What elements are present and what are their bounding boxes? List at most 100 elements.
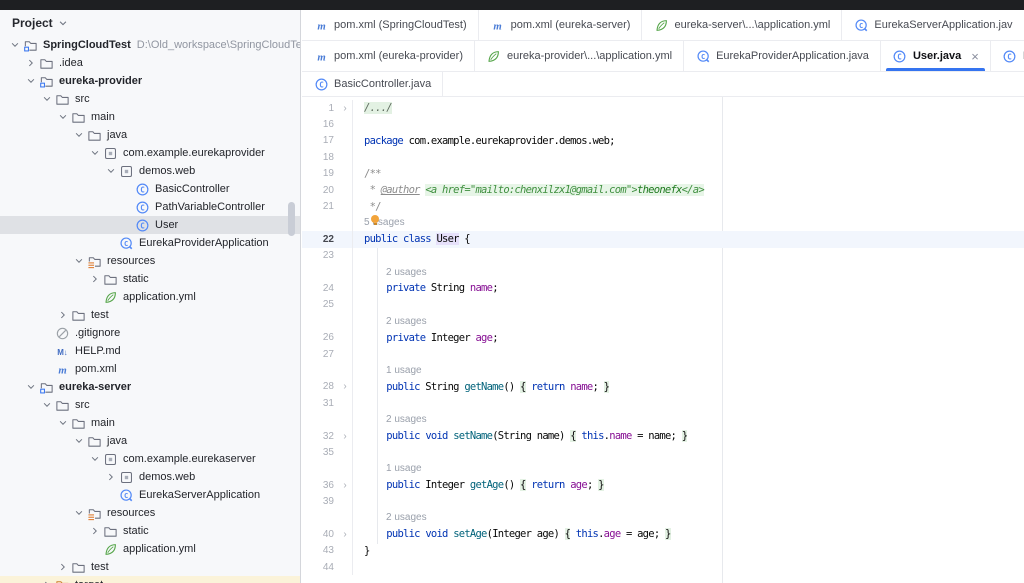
line-number[interactable]: 27 [302,349,338,360]
line-number[interactable]: 1 [302,103,338,114]
chevron-down-icon[interactable] [72,436,86,446]
code-line-22[interactable]: 22public class User { [302,231,1024,247]
code-line-40[interactable]: 40› public void setAge(Integer age) { th… [302,526,1024,542]
code-line-27[interactable]: 27 [302,346,1024,362]
usages-inlay-row[interactable]: 1 usage [302,461,1024,477]
chevron-right-icon[interactable] [56,562,70,572]
tab-basiccontroller.java[interactable]: CBasicController.java [302,72,443,96]
fold-arrow-icon[interactable]: › [338,431,352,442]
tree-item-application.yml[interactable]: application.yml [0,540,300,558]
chevron-down-icon[interactable] [88,454,102,464]
usages-inlay[interactable]: 5 usages [364,217,405,228]
intention-bulb-icon[interactable] [371,215,379,223]
line-number[interactable]: 21 [302,201,338,212]
tab-p[interactable]: CP [991,41,1024,71]
line-number[interactable]: 20 [302,185,338,196]
usages-inlay-row[interactable]: 2 usages [302,411,1024,427]
tree-item-com.example.eurekaprovider[interactable]: com.example.eurekaprovider [0,144,300,162]
line-number[interactable]: 16 [302,119,338,130]
chevron-down-icon[interactable] [72,508,86,518]
chevron-down-icon[interactable] [24,382,38,392]
tree-item-eureka-provider[interactable]: eureka-provider [0,72,300,90]
code-line-36[interactable]: 36› public Integer getAge() { return age… [302,477,1024,493]
code-line-16[interactable]: 16 [302,116,1024,132]
chevron-right-icon[interactable] [24,58,38,68]
tree-item-eurekaserverapplication[interactable]: CEurekaServerApplication [0,486,300,504]
code-line-28[interactable]: 28› public String getName() { return nam… [302,379,1024,395]
line-number[interactable]: 26 [302,332,338,343]
project-scrollbar-thumb[interactable] [288,202,295,236]
line-number[interactable]: 22 [302,234,338,245]
code-line-32[interactable]: 32› public void setName(String name) { t… [302,428,1024,444]
usages-inlay-row[interactable]: 1 usage [302,362,1024,378]
line-number[interactable]: 44 [302,562,338,573]
tree-item-help.md[interactable]: M↓HELP.md [0,342,300,360]
usages-inlay-row[interactable]: 2 usages [302,510,1024,526]
chevron-down-icon[interactable] [72,256,86,266]
tree-item-static[interactable]: static [0,270,300,288]
tree-item-demos.web[interactable]: demos.web [0,468,300,486]
fold-arrow-icon[interactable]: › [338,529,352,540]
code-line-19[interactable]: 19/** [302,166,1024,182]
tab-pom.xml-eureka-provider-[interactable]: mpom.xml (eureka-provider) [302,41,475,71]
line-number[interactable]: 23 [302,250,338,261]
tree-item-com.example.eurekaserver[interactable]: com.example.eurekaserver [0,450,300,468]
tree-item-main[interactable]: main [0,414,300,432]
code-line-18[interactable]: 18 [302,149,1024,165]
tree-item-java[interactable]: java [0,126,300,144]
line-number[interactable]: 40 [302,529,338,540]
code-line-17[interactable]: 17package com.example.eurekaprovider.dem… [302,133,1024,149]
tree-item-test[interactable]: test [0,306,300,324]
chevron-right-icon[interactable] [104,472,118,482]
line-number[interactable]: 32 [302,431,338,442]
code-line-23[interactable]: 23 [302,248,1024,264]
line-number[interactable]: 39 [302,496,338,507]
tree-item-src[interactable]: src [0,396,300,414]
tab-eureka-provider-...-application.yml[interactable]: eureka-provider\...\application.yml [475,41,684,71]
usages-inlay[interactable]: 2 usages [386,316,427,327]
chevron-down-icon[interactable] [8,40,22,50]
line-number[interactable]: 31 [302,398,338,409]
fold-arrow-icon[interactable]: › [338,381,352,392]
line-number[interactable]: 35 [302,447,338,458]
chevron-right-icon[interactable] [88,526,102,536]
chevron-right-icon[interactable] [88,274,102,284]
close-icon[interactable]: × [971,50,979,63]
line-number[interactable]: 17 [302,135,338,146]
code-line-44[interactable]: 44 [302,559,1024,575]
line-number[interactable]: 19 [302,168,338,179]
line-number[interactable]: 36 [302,480,338,491]
chevron-down-icon[interactable] [24,76,38,86]
tab-eurekaserverapplication.jav[interactable]: CEurekaServerApplication.jav [842,10,1024,40]
chevron-down-icon[interactable] [40,400,54,410]
usages-inlay-row[interactable]: 5 usages [302,215,1024,231]
tree-item-resources[interactable]: resources [0,504,300,522]
tree-item-eurekaproviderapplication[interactable]: CEurekaProviderApplication [0,234,300,252]
code-line-25[interactable]: 25 [302,297,1024,313]
code-line-31[interactable]: 31 [302,395,1024,411]
code-line-20[interactable]: 20 * @author <a href="mailto:chenxilzx1@… [302,182,1024,198]
tab-pom.xml-springcloudtest-[interactable]: mpom.xml (SpringCloudTest) [302,10,479,40]
tree-item-demos.web[interactable]: demos.web [0,162,300,180]
tree-item-pom.xml[interactable]: mpom.xml [0,360,300,378]
tree-item-main[interactable]: main [0,108,300,126]
code-line-24[interactable]: 24 private String name; [302,280,1024,296]
code-line-26[interactable]: 26 private Integer age; [302,329,1024,345]
chevron-down-icon[interactable] [56,418,70,428]
chevron-right-icon[interactable] [56,310,70,320]
chevron-down-icon[interactable] [88,148,102,158]
code-line-21[interactable]: 21 */ [302,198,1024,214]
tab-user.java[interactable]: CUser.java× [881,41,991,71]
tree-item-springcloudtest[interactable]: SpringCloudTestD:\Old_workspace\SpringCl… [0,36,300,54]
usages-inlay-row[interactable]: 2 usages [302,313,1024,329]
line-number[interactable]: 43 [302,545,338,556]
usages-inlay[interactable]: 2 usages [386,267,427,278]
project-panel-header[interactable]: Project [0,10,300,36]
usages-inlay[interactable]: 2 usages [386,414,427,425]
tree-item-src[interactable]: src [0,90,300,108]
line-number[interactable]: 24 [302,283,338,294]
chevron-down-icon[interactable] [72,130,86,140]
tree-item-static[interactable]: static [0,522,300,540]
code-line-39[interactable]: 39 [302,493,1024,509]
usages-inlay[interactable]: 1 usage [386,365,422,376]
